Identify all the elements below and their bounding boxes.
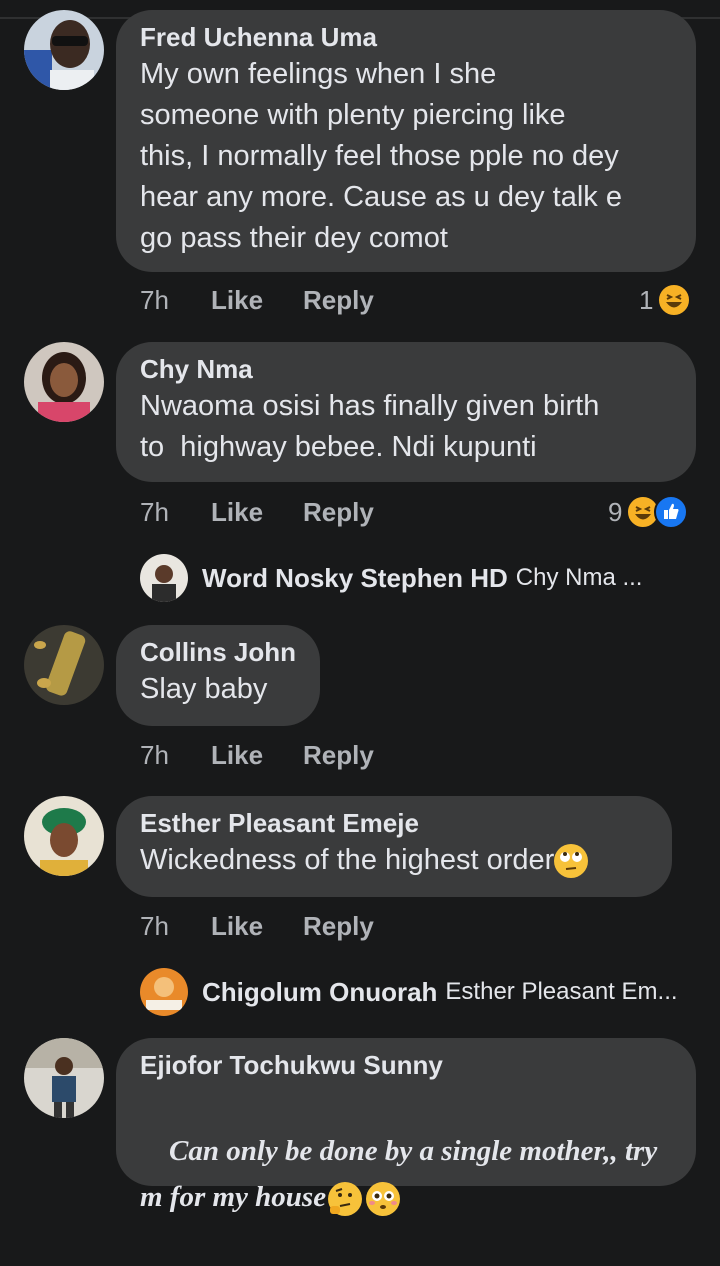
reply-button[interactable]: Reply	[303, 908, 374, 944]
like-button[interactable]: Like	[211, 282, 263, 318]
comment-time[interactable]: 7h	[140, 282, 169, 318]
comment-bubble[interactable]: Ejiofor Tochukwu Sunny Can only be done …	[116, 1038, 696, 1217]
commenter-name[interactable]: Fred Uchenna Uma	[140, 20, 672, 54]
reaction-summary[interactable]: 1	[639, 282, 692, 318]
comment-text: Nwaoma osisi has finally given birth to …	[140, 390, 600, 463]
like-button[interactable]: Like	[211, 494, 263, 530]
comment-time[interactable]: 7h	[140, 494, 169, 530]
comment-actions: 7h Like Reply	[140, 494, 500, 530]
reply-author[interactable]: Chigolum Onuorah	[202, 977, 437, 1008]
avatar[interactable]	[24, 625, 104, 705]
reply-preview[interactable]: Chigolum Onuorah Esther Pleasant Em...	[140, 968, 700, 1016]
commenter-name[interactable]: Collins John	[140, 635, 296, 669]
reply-preview[interactable]: Word Nosky Stephen HD Chy Nma ...	[140, 554, 700, 602]
avatar[interactable]	[140, 554, 188, 602]
laugh-emoji-icon	[657, 283, 692, 317]
flushed-emoji-icon	[366, 1182, 401, 1217]
comment-actions: 7h Like Reply	[140, 737, 500, 773]
like-button[interactable]: Like	[211, 737, 263, 773]
commenter-name[interactable]: Esther Pleasant Emeje	[140, 806, 648, 840]
reply-button[interactable]: Reply	[303, 282, 374, 318]
reaction-summary[interactable]: 9	[608, 494, 689, 530]
eye-roll-emoji-icon	[554, 843, 589, 878]
reply-button[interactable]: Reply	[303, 737, 374, 773]
comment-time[interactable]: 7h	[140, 737, 169, 773]
reaction-count: 1	[639, 285, 654, 315]
commenter-name[interactable]: Chy Nma	[140, 352, 672, 386]
like-button[interactable]: Like	[211, 908, 263, 944]
comment-bubble[interactable]: Esther Pleasant Emeje Wickedness of the …	[116, 796, 672, 897]
comment-bubble[interactable]: Collins John Slay baby	[116, 625, 320, 726]
comment-actions: 7h Like Reply	[140, 908, 500, 944]
thinking-emoji-icon	[328, 1182, 363, 1217]
comment-text-line: Wickedness of the highest order	[140, 840, 648, 881]
avatar[interactable]	[24, 10, 104, 90]
comment-text-line: Can only be done by a single mother,, tr…	[140, 1082, 672, 1266]
reply-button[interactable]: Reply	[303, 494, 374, 530]
comment-actions: 7h Like Reply	[140, 282, 500, 318]
comment-bubble[interactable]: Fred Uchenna Uma My own feelings when I …	[116, 10, 696, 272]
reply-author[interactable]: Word Nosky Stephen HD	[202, 563, 508, 594]
commenter-name[interactable]: Ejiofor Tochukwu Sunny	[140, 1048, 672, 1082]
avatar[interactable]	[24, 342, 104, 422]
comment-text: Wickedness of the highest order	[140, 844, 555, 876]
reply-snippet: Chy Nma ...	[515, 564, 643, 591]
reply-snippet: Esther Pleasant Em...	[445, 978, 678, 1005]
comment-time[interactable]: 7h	[140, 908, 169, 944]
comment-text: My own feelings when I she someone with …	[140, 58, 622, 254]
avatar[interactable]	[24, 796, 104, 876]
comment-bubble[interactable]: Chy Nma Nwaoma osisi has finally given b…	[116, 342, 696, 482]
avatar[interactable]	[140, 968, 188, 1016]
avatar[interactable]	[24, 1038, 104, 1118]
comment-text: Slay baby	[140, 673, 268, 705]
like-emoji-icon	[654, 495, 689, 529]
reaction-count: 9	[608, 497, 623, 527]
